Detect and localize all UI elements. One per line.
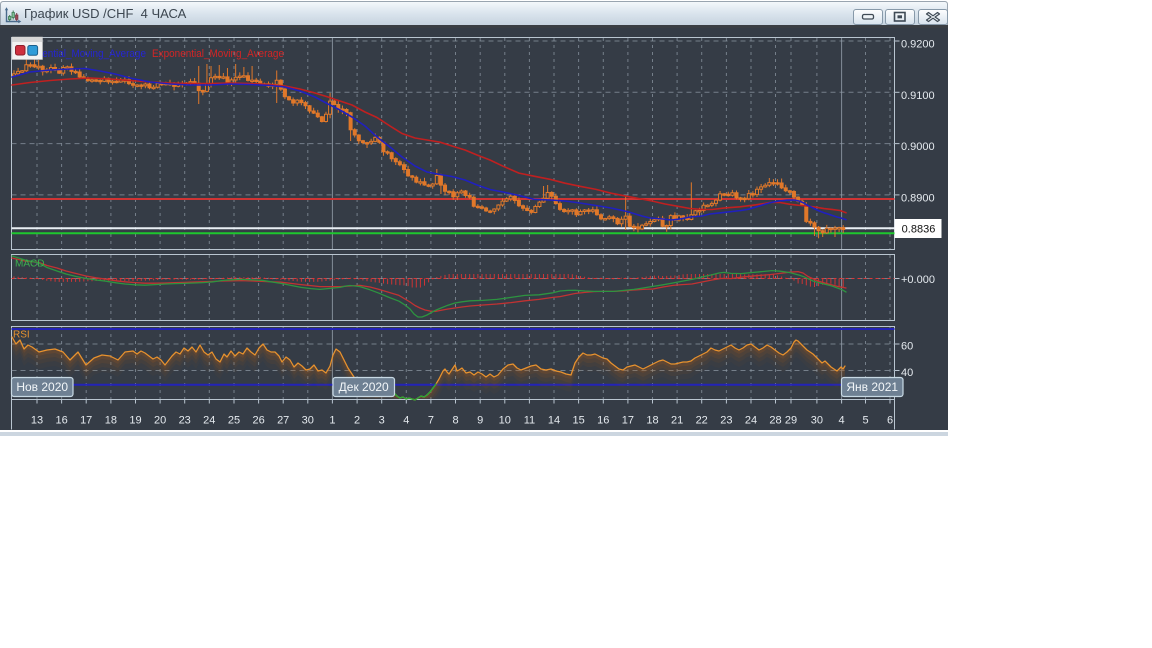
svg-text:25: 25 [228,415,240,427]
svg-text:20: 20 [154,415,166,427]
svg-text:23: 23 [179,415,191,427]
svg-text:RSI: RSI [13,330,30,341]
svg-text:60: 60 [901,341,913,353]
svg-text:5: 5 [862,415,868,427]
svg-text:17: 17 [80,415,92,427]
svg-text:28: 28 [769,415,781,427]
svg-text:0.8836: 0.8836 [902,224,936,236]
svg-text:0.9100: 0.9100 [901,90,935,102]
svg-text:13: 13 [31,415,43,427]
svg-text:10: 10 [499,415,511,427]
svg-text:0.9200: 0.9200 [901,39,935,51]
svg-text:0.9000: 0.9000 [901,141,935,153]
svg-text:MACD: MACD [15,259,44,270]
svg-text:9: 9 [477,415,483,427]
svg-text:30: 30 [811,415,823,427]
svg-text:3: 3 [379,415,385,427]
svg-text:15: 15 [572,415,584,427]
svg-text:4: 4 [403,415,409,427]
svg-text:4: 4 [839,415,845,427]
svg-text:40: 40 [901,367,913,379]
svg-text:16: 16 [55,415,67,427]
svg-text:21: 21 [671,415,683,427]
svg-text:19: 19 [129,415,141,427]
svg-text:Янв 2021: Янв 2021 [846,380,898,394]
svg-text:Дек 2020: Дек 2020 [339,380,389,394]
svg-text:7: 7 [428,415,434,427]
svg-text:22: 22 [696,415,708,427]
svg-text:17: 17 [622,415,634,427]
svg-text:23: 23 [720,415,732,427]
svg-text:16: 16 [597,415,609,427]
svg-text:30: 30 [302,415,314,427]
svg-text:27: 27 [277,415,289,427]
svg-text:0.8900: 0.8900 [901,192,935,204]
svg-text:26: 26 [252,415,264,427]
svg-text:6: 6 [887,415,893,427]
svg-text:18: 18 [105,415,117,427]
svg-text:1: 1 [329,415,335,427]
svg-text:24: 24 [745,415,757,427]
svg-text:29: 29 [785,415,797,427]
svg-text:14: 14 [548,415,560,427]
svg-text:+0.000: +0.000 [901,274,935,286]
svg-text:Exponential_Moving_Average: Exponential_Moving_Average [152,48,284,60]
svg-text:24: 24 [203,415,215,427]
svg-text:8: 8 [452,415,458,427]
svg-text:2: 2 [354,415,360,427]
svg-text:Нов 2020: Нов 2020 [16,380,68,394]
svg-text:18: 18 [646,415,658,427]
svg-text:11: 11 [524,415,535,427]
